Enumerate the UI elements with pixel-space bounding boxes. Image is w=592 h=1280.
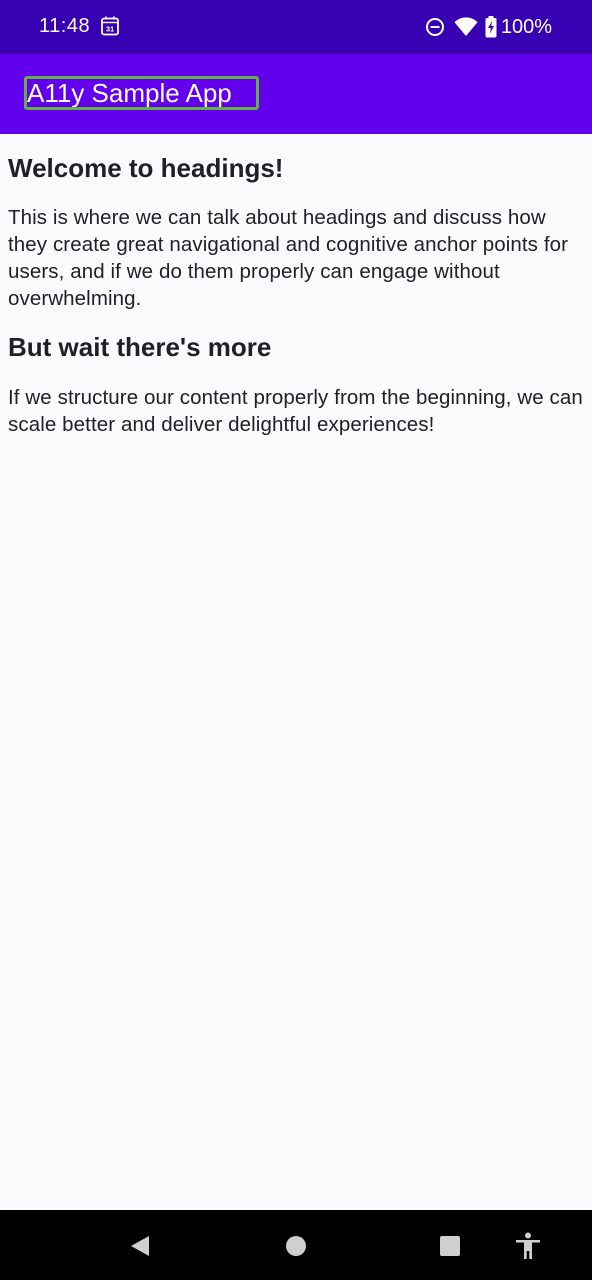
paragraph-intro: This is where we can talk about headings… [8, 206, 569, 310]
accessibility-icon [516, 1232, 540, 1259]
content: Welcome to headings! This is where we ca… [0, 134, 592, 1210]
recents-icon [440, 1236, 460, 1256]
home-icon [286, 1236, 306, 1256]
wifi-icon [454, 17, 478, 36]
heading-more: But wait there's more [8, 332, 272, 362]
status-icons: 100% [425, 14, 552, 40]
accessibility-button[interactable] [514, 1232, 542, 1260]
calendar-day: 31 [106, 25, 114, 34]
back-button[interactable] [126, 1232, 154, 1260]
app-title[interactable]: A11y Sample App [24, 76, 259, 110]
screen: 11:48 31 100% A11y Sample App Welcome to… [0, 0, 592, 1280]
status-time: 11:48 [39, 15, 91, 37]
heading-welcome: Welcome to headings! [8, 153, 284, 183]
status-bar: 11:48 31 100% [0, 0, 592, 54]
back-icon [131, 1236, 149, 1256]
navigation-bar [0, 1210, 592, 1280]
calendar-icon: 31 [101, 16, 119, 36]
app-bar: A11y Sample App [0, 54, 592, 134]
recents-button[interactable] [436, 1232, 464, 1260]
paragraph-structure: If we structure our content properly fro… [8, 386, 583, 436]
home-button[interactable] [282, 1232, 310, 1260]
do-not-disturb-icon [425, 18, 444, 36]
battery-charging-icon [485, 16, 497, 38]
battery-percent: 100% [500, 16, 552, 38]
